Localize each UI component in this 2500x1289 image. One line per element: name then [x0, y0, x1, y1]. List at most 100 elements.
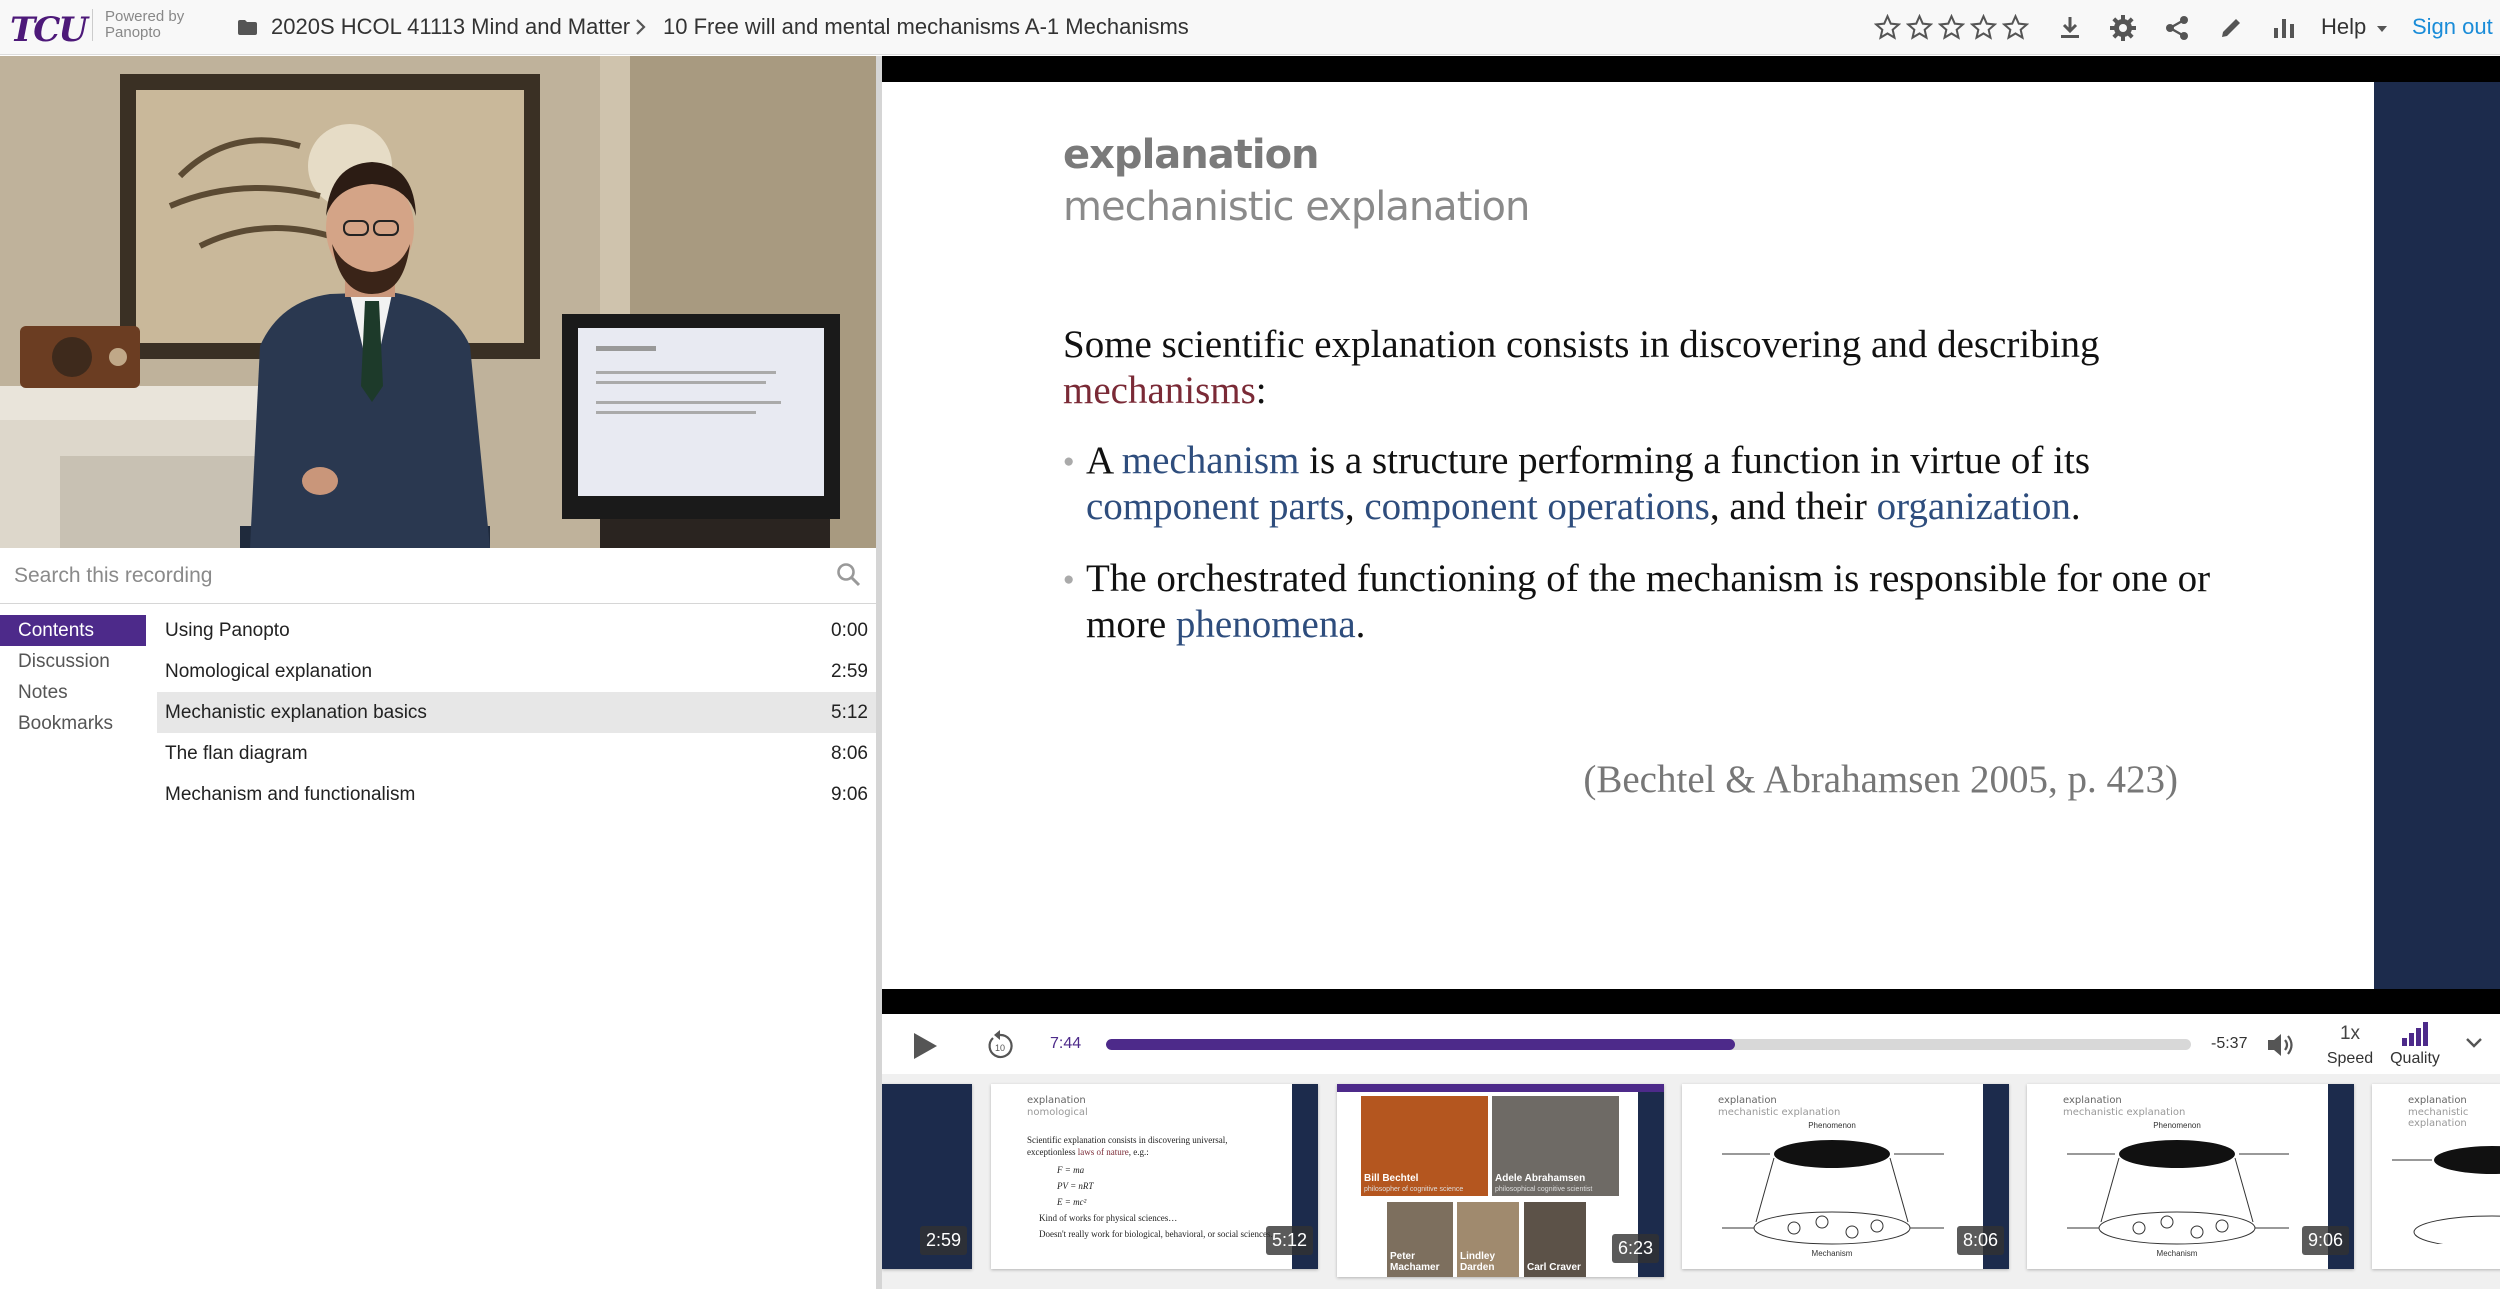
edit-pencil-icon[interactable] — [2217, 14, 2245, 42]
thumbnail[interactable]: explanation nomological Scientific expla… — [991, 1084, 1318, 1269]
speed-label[interactable]: Speed — [2322, 1050, 2378, 1068]
webcam-video[interactable] — [0, 56, 876, 548]
speed-value[interactable]: 1x — [2332, 1023, 2368, 1045]
tab-bookmarks[interactable]: Bookmarks — [0, 708, 150, 739]
sign-out-link[interactable]: Sign out — [2412, 14, 2493, 40]
slide-citation: (Bechtel & Abrahamsen 2005, p. 423) — [1583, 758, 2178, 801]
thumbnail-equation: F = ma — [1057, 1165, 1085, 1175]
contents-item[interactable]: The flan diagram 8:06 — [157, 733, 876, 774]
thumbnail-time: 8:06 — [1956, 1226, 2004, 1255]
diagram-bottom-label: Mechanism — [2157, 1249, 2198, 1258]
quality-label[interactable]: Quality — [2382, 1050, 2448, 1068]
thumbnail-time: 6:23 — [1611, 1234, 1659, 1263]
thumbnail-equation: E = mc² — [1057, 1197, 1087, 1207]
help-menu[interactable]: Help — [2321, 14, 2366, 40]
thumbnail-equation: PV = nRT — [1057, 1181, 1094, 1191]
rewind-10-icon[interactable]: 10 — [985, 1029, 1015, 1061]
thumbnail-title: explanation — [1718, 1095, 1777, 1106]
play-icon[interactable] — [912, 1032, 938, 1060]
thumbnail-text: , e.g.: — [1128, 1147, 1149, 1157]
thumbnail-subtitle: mechanistic explanation — [2063, 1107, 2186, 1118]
top-header: TCU Powered by Panopto 2020S HCOL 41113 … — [0, 0, 2500, 55]
player-controls: 10 7:44 -5:37 1x Speed Quality — [882, 1014, 2500, 1074]
contents-item-title: The flan diagram — [165, 743, 308, 764]
slide-text: , and their — [1709, 485, 1867, 528]
thumbnail-subtitle: mechanistic explanation — [1718, 1107, 1841, 1118]
thumbnail-time: 5:12 — [1265, 1226, 1313, 1255]
contents-item-title: Mechanistic explanation basics — [165, 702, 427, 723]
thumbnail[interactable]: explanation mechanistic explanation Phen… — [2027, 1084, 2354, 1269]
photo-darden: Lindley Darden — [1457, 1202, 1519, 1277]
contents-item[interactable]: Mechanism and functionalism 9:06 — [157, 774, 876, 815]
search-recording-input[interactable] — [14, 558, 814, 594]
chevron-down-icon[interactable] — [2465, 1036, 2483, 1050]
slide-subtitle: mechanistic explanation — [1063, 184, 1530, 230]
photo-craver: Carl Craver — [1524, 1202, 1586, 1277]
gear-icon[interactable] — [2109, 14, 2137, 42]
slide-text: A — [1086, 439, 1113, 482]
star-icon[interactable] — [1906, 14, 1933, 41]
contents-item-time: 8:06 — [831, 743, 868, 764]
photo-abrahamsen: Adele Abrahamsen philosophical cognitive… — [1492, 1096, 1619, 1196]
flan-diagram: Phenomenon Mechanism — [2067, 1121, 2289, 1258]
breadcrumb-folder[interactable]: 2020S HCOL 41113 Mind and Matter — [271, 14, 630, 40]
quality-bars-icon[interactable] — [2401, 1022, 2429, 1046]
photo-bechtel: Bill Bechtel philosopher of cognitive sc… — [1361, 1096, 1488, 1196]
contents-item-active[interactable]: Mechanistic explanation basics 5:12 — [157, 692, 876, 733]
thumbnail-active[interactable]: Bill Bechtel philosopher of cognitive sc… — [1337, 1084, 1664, 1277]
thumbnail-text: Doesn't really work for biological, beha… — [1039, 1229, 1273, 1239]
tcu-logo[interactable]: TCU — [10, 10, 88, 50]
slide-text: . — [2070, 485, 2081, 528]
stats-icon[interactable] — [2270, 14, 2298, 42]
person-name: Peter Machamer — [1390, 1251, 1440, 1273]
current-time: 7:44 — [1050, 1035, 1082, 1052]
progress-slider[interactable] — [1106, 1039, 2191, 1050]
download-icon[interactable] — [2056, 14, 2084, 42]
share-icon[interactable] — [2163, 14, 2191, 42]
bullet-dot: ● — [1063, 569, 1075, 590]
slide-keyword: phenomena — [1175, 603, 1356, 646]
slide-keyword: mechanism — [1121, 439, 1300, 482]
slide-text: is a structure performing a function in … — [1309, 439, 2091, 482]
star-icon[interactable] — [1874, 14, 1901, 41]
search-icon[interactable] — [836, 562, 862, 588]
contents-item[interactable]: Using Panopto 0:00 — [157, 610, 876, 651]
star-icon[interactable] — [1970, 14, 1997, 41]
slide: explanation mechanistic explanation Some… — [882, 82, 2374, 989]
diagram-top-label: Phenomenon — [1808, 1121, 1856, 1130]
slide-keyword: component operations — [1364, 485, 1710, 528]
slide-text: , — [1344, 485, 1355, 528]
slide-keyword: mechanisms — [1063, 369, 1256, 412]
slide-title: explanation — [1063, 132, 1320, 178]
thumbnail[interactable]: explanation mechanistic explanation — [2372, 1084, 2500, 1269]
thumbnail[interactable]: explanation mechanistic explanation Phen… — [1682, 1084, 2009, 1269]
thumbnail-title: explanation — [2408, 1095, 2467, 1106]
slide-intro: Some scientific explanation consists in … — [1063, 322, 2223, 414]
presenter-video-frame — [0, 56, 876, 548]
panopto-brand: Panopto — [105, 24, 161, 41]
slide-text: Some scientific explanation consists in … — [1063, 323, 2100, 366]
thumbnail-time: 2:59 — [919, 1226, 967, 1255]
contents-item-title: Nomological explanation — [165, 661, 373, 682]
thumbnail-time: 9:06 — [2301, 1226, 2349, 1255]
search-bar — [0, 548, 876, 604]
star-icon[interactable] — [1938, 14, 1965, 41]
powered-by-label: Powered by — [105, 8, 185, 25]
bullet-dot: ● — [1063, 451, 1075, 472]
tab-discussion[interactable]: Discussion — [0, 646, 150, 677]
person-role: philosopher of cognitive science — [1364, 1186, 1464, 1193]
tab-notes[interactable]: Notes — [0, 677, 150, 708]
rating-stars[interactable] — [1874, 14, 2029, 42]
star-icon[interactable] — [2002, 14, 2029, 41]
volume-icon[interactable] — [2266, 1031, 2296, 1059]
contents-item-time: 5:12 — [831, 702, 868, 723]
contents-item[interactable]: Nomological explanation 2:59 — [157, 651, 876, 692]
tab-contents[interactable]: Contents — [0, 615, 146, 646]
thumbnail[interactable]: 2:59 — [882, 1084, 972, 1269]
contents-item-title: Mechanism and functionalism — [165, 784, 416, 805]
thumbnail-text: Kind of works for physical sciences… — [1039, 1213, 1178, 1223]
slide-text: . — [1355, 603, 1366, 646]
slide-side-bar — [2374, 82, 2500, 989]
person-name: Carl Craver — [1527, 1262, 1581, 1273]
contents-item-time: 0:00 — [831, 620, 868, 641]
